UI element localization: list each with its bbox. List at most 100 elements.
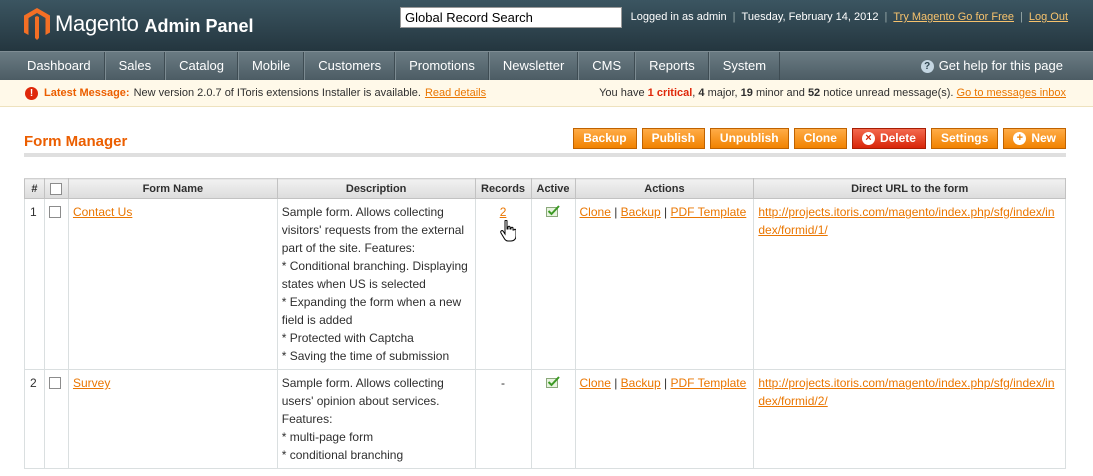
select-all-checkbox[interactable]: [50, 182, 63, 195]
row-number: 2: [24, 369, 45, 469]
nav-mobile[interactable]: Mobile: [237, 52, 305, 80]
form-name-link[interactable]: Survey: [73, 376, 110, 390]
publish-button[interactable]: Publish: [641, 128, 705, 149]
notice-label: notice unread message(s).: [823, 87, 954, 99]
pdf-template-link[interactable]: PDF Template: [671, 205, 747, 219]
active-check-icon: [546, 376, 560, 388]
grid-header-row: # Form Name Description Records Active A…: [24, 178, 1066, 199]
column-active[interactable]: Active: [530, 178, 576, 199]
column-url: Direct URL to the form: [753, 178, 1066, 199]
header-links: Logged in as admin | Tuesday, February 1…: [631, 11, 1068, 23]
notice-count: 52: [807, 87, 821, 99]
latest-message: ! Latest Message: New version 2.0.7 of I…: [25, 80, 486, 107]
url-cell: http://projects.itoris.com/magento/index…: [753, 198, 1066, 370]
nav-customers[interactable]: Customers: [304, 52, 396, 80]
read-details-link[interactable]: Read details: [425, 80, 486, 107]
messages-inbox-link[interactable]: Go to messages inbox: [957, 87, 1066, 99]
active-cell: [530, 369, 576, 469]
row-number: 1: [24, 198, 45, 370]
column-actions: Actions: [574, 178, 755, 199]
backup-action-link[interactable]: Backup: [621, 205, 661, 219]
major-label: major,: [707, 87, 738, 99]
backup-button[interactable]: Backup: [573, 128, 637, 149]
minor-label: minor and: [755, 87, 805, 99]
plus-icon: +: [1013, 132, 1027, 145]
main-nav: Dashboard Sales Catalog Mobile Customers…: [0, 51, 1093, 80]
row-checkbox[interactable]: [48, 206, 61, 218]
clone-action-link[interactable]: Clone: [580, 205, 611, 219]
records-link[interactable]: 2: [500, 205, 507, 219]
form-url-link[interactable]: http://projects.itoris.com/magento/index…: [758, 205, 1054, 237]
form-name-link[interactable]: Contact Us: [73, 205, 132, 219]
global-search-input[interactable]: [400, 7, 622, 28]
clone-button[interactable]: Clone: [793, 128, 847, 149]
delete-label: Delete: [879, 131, 916, 145]
logo-text: Magento: [55, 11, 139, 36]
page-title: Form Manager: [24, 133, 128, 150]
try-magento-go-link[interactable]: Try Magento Go for Free: [893, 11, 1014, 23]
nav-catalog[interactable]: Catalog: [165, 52, 238, 80]
nav-sales[interactable]: Sales: [104, 52, 166, 80]
new-label: New: [1031, 131, 1056, 145]
hand-cursor-icon: [500, 220, 516, 242]
column-select-all: [43, 178, 69, 199]
alert-icon: !: [25, 87, 38, 100]
actions-cell: Clone | Backup | PDF Template: [574, 198, 755, 370]
current-date: Tuesday, February 14, 2012: [741, 11, 879, 23]
separator: |: [1020, 11, 1023, 23]
clone-action-link[interactable]: Clone: [580, 376, 611, 390]
column-records[interactable]: Records: [474, 178, 532, 199]
summary-prefix: You have: [599, 87, 645, 99]
content-header: Form Manager Backup Publish Unpublish Cl…: [24, 125, 1066, 157]
magento-logo[interactable]: Magento Admin Panel: [24, 8, 254, 40]
form-url-link[interactable]: http://projects.itoris.com/magento/index…: [758, 376, 1054, 408]
nav-cms[interactable]: CMS: [578, 52, 636, 80]
separator: |: [884, 11, 888, 23]
records-cell: -: [474, 369, 532, 469]
active-check-icon: [546, 205, 560, 217]
nav-dashboard[interactable]: Dashboard: [0, 52, 105, 80]
table-row: 1 Contact Us Sample form. Allows collect…: [24, 198, 1066, 370]
column-number: #: [24, 178, 45, 199]
message-summary: You have 1 critical, 4 major, 19 minor a…: [599, 87, 1066, 99]
actions-cell: Clone | Backup | PDF Template: [574, 369, 755, 469]
help-label: Get help for this page: [938, 58, 1063, 73]
description-cell: Sample form. Allows collecting users' op…: [276, 369, 476, 469]
nav-newsletter[interactable]: Newsletter: [488, 52, 579, 80]
url-cell: http://projects.itoris.com/magento/index…: [753, 369, 1066, 469]
settings-button[interactable]: Settings: [930, 128, 999, 149]
column-description[interactable]: Description: [276, 178, 476, 199]
major-count: 4: [698, 87, 705, 99]
notification-bar: ! Latest Message: New version 2.0.7 of I…: [0, 80, 1093, 107]
column-form-name[interactable]: Form Name: [67, 178, 278, 199]
latest-message-text: New version 2.0.7 of IToris extensions I…: [133, 87, 421, 99]
form-name-cell: Survey: [67, 369, 278, 469]
backup-action-link[interactable]: Backup: [621, 376, 661, 390]
unpublish-button[interactable]: Unpublish: [709, 128, 789, 149]
new-button[interactable]: + New: [1003, 128, 1066, 149]
toolbar: Backup Publish Unpublish Clone × Delete …: [573, 128, 1066, 149]
latest-message-label: Latest Message:: [44, 87, 130, 99]
row-checkbox[interactable]: [48, 377, 61, 389]
form-name-cell: Contact Us: [67, 198, 278, 370]
logo-subtitle: Admin Panel: [144, 15, 254, 36]
logged-in-text: Logged in as admin: [630, 11, 727, 23]
nav-reports[interactable]: Reports: [635, 52, 709, 80]
pdf-template-link[interactable]: PDF Template: [671, 376, 747, 390]
nav-system[interactable]: System: [708, 52, 781, 80]
row-select-cell: [43, 369, 69, 469]
help-link[interactable]: ? Get help for this page: [920, 52, 1063, 80]
forms-grid: # Form Name Description Records Active A…: [24, 178, 1066, 469]
admin-header: Magento Admin Panel Logged in as admin |…: [0, 0, 1093, 51]
delete-button[interactable]: × Delete: [851, 128, 926, 149]
delete-icon: ×: [861, 132, 875, 145]
description-cell: Sample form. Allows collecting visitors'…: [276, 198, 476, 370]
minor-count: 19: [740, 87, 753, 99]
nav-promotions[interactable]: Promotions: [395, 52, 489, 80]
row-select-cell: [43, 198, 69, 370]
magento-logo-icon: [24, 8, 50, 40]
help-icon: ?: [920, 59, 934, 73]
separator: |: [732, 11, 736, 23]
logout-link[interactable]: Log Out: [1029, 11, 1068, 23]
critical-count: 1 critical: [647, 87, 693, 99]
